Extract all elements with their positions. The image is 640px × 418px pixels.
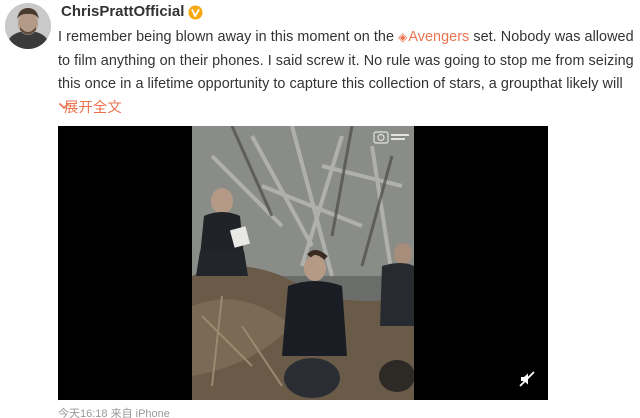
video-player[interactable] [58, 126, 548, 400]
topic-tag-label: Avengers [408, 29, 470, 45]
verified-badge-icon [188, 4, 203, 20]
topic-tag[interactable]: ◈Avengers [398, 29, 469, 45]
video-thumbnail [192, 126, 414, 400]
muted-speaker-icon[interactable] [518, 370, 536, 388]
chevron-down-icon[interactable] [58, 100, 70, 112]
post-text: I remember being blown away in this mome… [58, 26, 636, 120]
diamond-icon: ◈ [398, 30, 408, 44]
avatar-image [5, 3, 51, 49]
post-text-start: I remember being blown away in this mome… [58, 29, 399, 45]
post-meta: 今天16:18 来自 iPhone [58, 408, 170, 418]
author-name[interactable]: ChrisPrattOfficial [61, 2, 184, 22]
video-frame [192, 126, 414, 400]
expand-full-text-link[interactable]: 展开全文 [64, 100, 122, 116]
post-header: ChrisPrattOfficial [61, 2, 203, 22]
avatar[interactable] [5, 3, 51, 49]
